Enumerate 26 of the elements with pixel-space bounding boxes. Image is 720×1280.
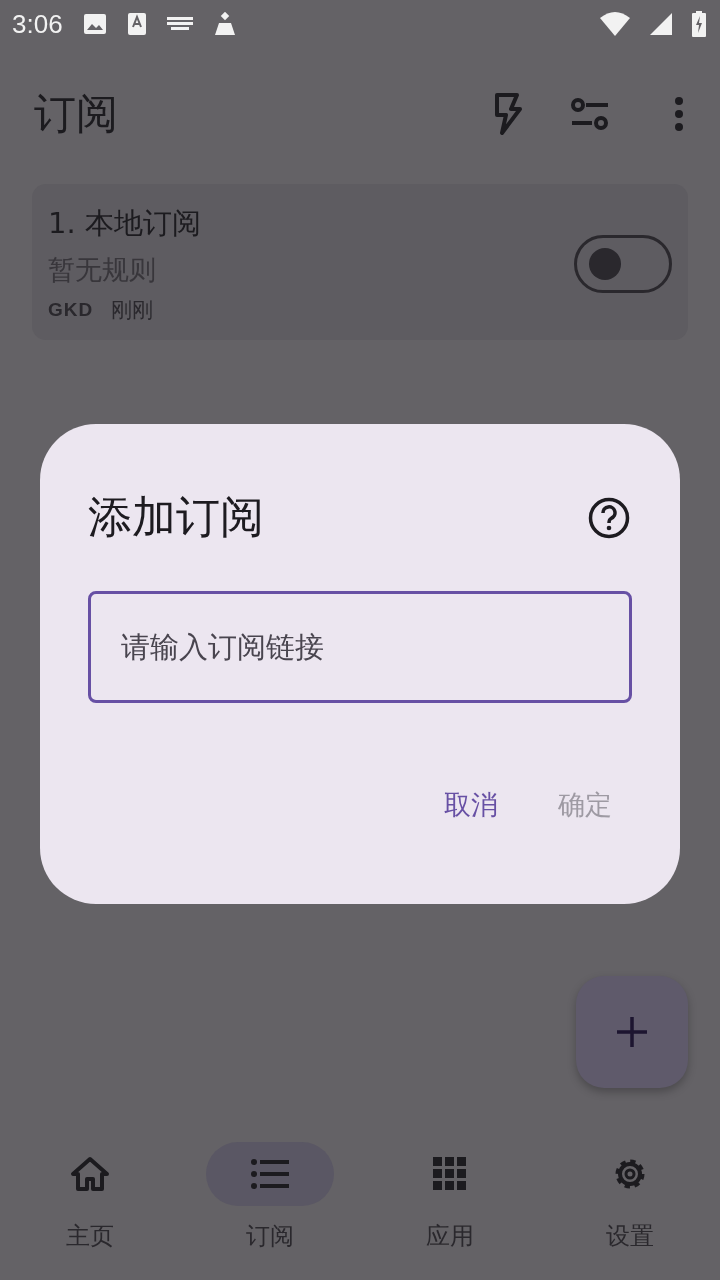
battery-icon	[692, 11, 706, 37]
image-icon	[82, 13, 107, 35]
home-icon	[70, 1156, 110, 1192]
subscription-title: 1. 本地订阅	[48, 205, 202, 242]
keyboard-icon	[166, 17, 193, 31]
more-icon[interactable]	[674, 97, 684, 131]
clock: 3:06	[12, 8, 63, 40]
person-icon	[212, 12, 237, 36]
lightning-icon[interactable]	[494, 93, 522, 135]
nav-tab[interactable]: 设置	[540, 1142, 720, 1280]
nav-tab[interactable]: 应用	[360, 1142, 540, 1280]
url-input-field[interactable]: 请输入订阅链接	[88, 591, 632, 703]
wifi-icon	[600, 12, 630, 36]
nav-tab[interactable]: 订阅	[180, 1142, 360, 1280]
text-icon	[126, 12, 147, 36]
grid-icon	[433, 1157, 467, 1191]
plus-icon	[617, 1017, 647, 1047]
help-icon[interactable]	[588, 496, 630, 539]
signal-icon	[650, 13, 672, 35]
dialog-title: 添加订阅	[88, 490, 264, 544]
sliders-icon[interactable]	[570, 97, 610, 131]
toggle-switch[interactable]	[574, 235, 672, 293]
list-icon	[251, 1159, 289, 1189]
nav-tab[interactable]: 主页	[0, 1142, 180, 1280]
cancel-button[interactable]: 取消	[424, 779, 518, 831]
page-title: 订阅	[34, 88, 119, 140]
